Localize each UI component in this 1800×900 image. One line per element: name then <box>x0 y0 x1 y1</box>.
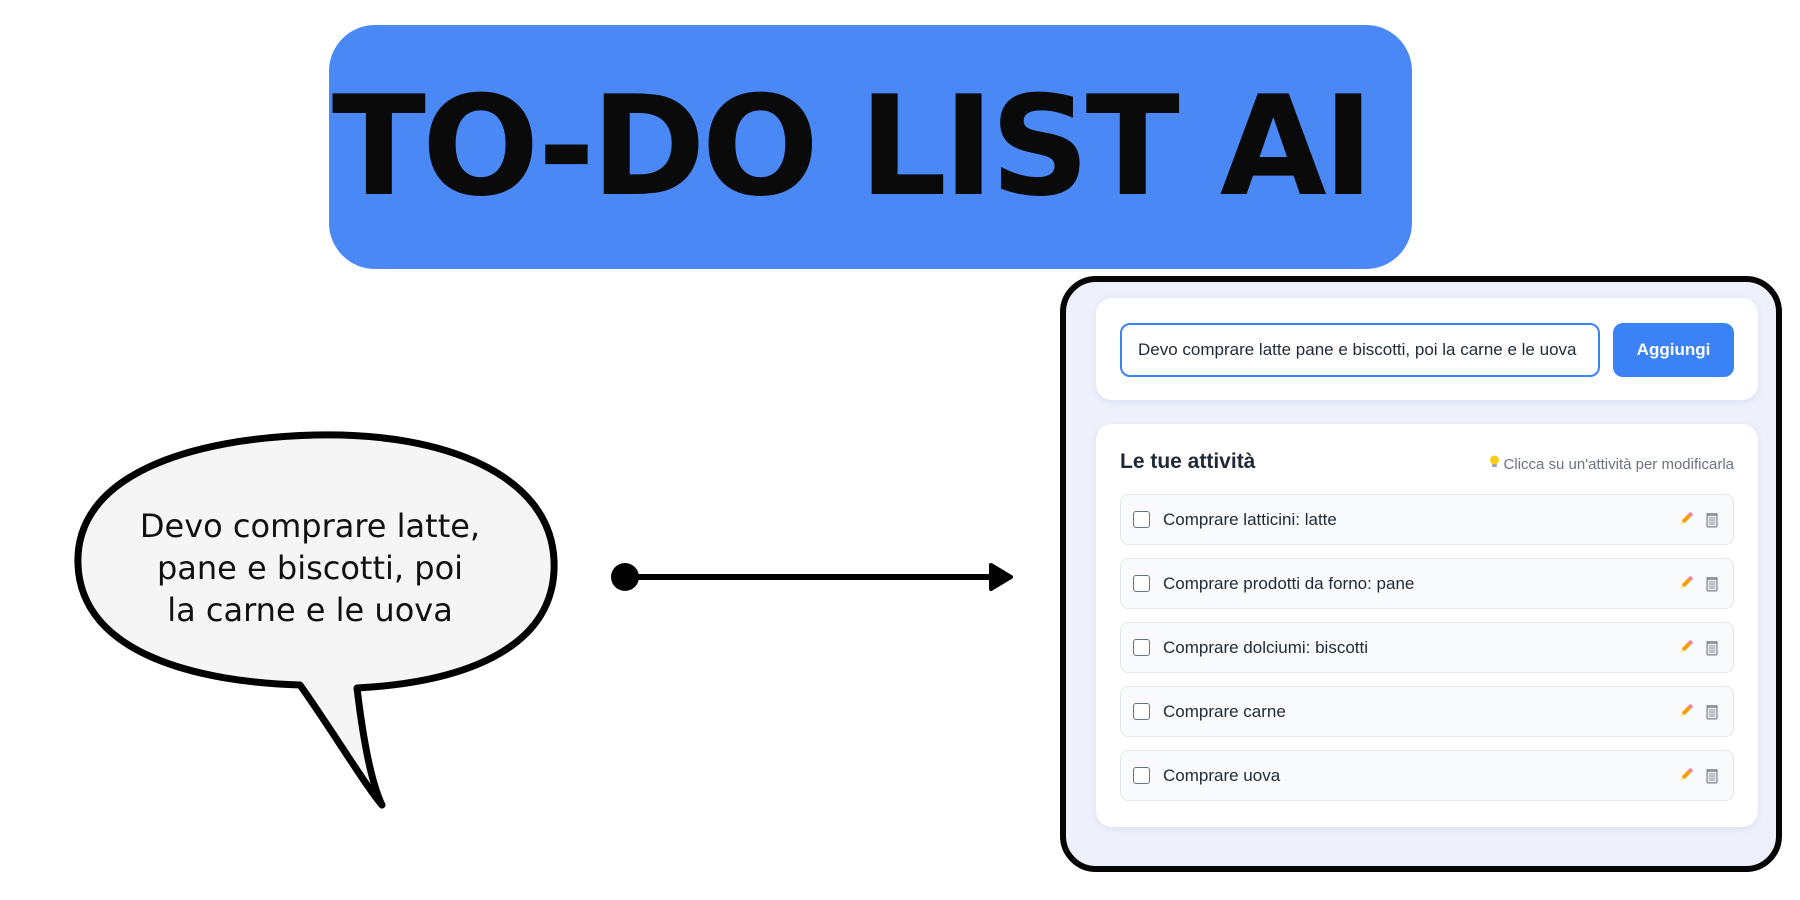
arrow-head <box>989 563 1013 591</box>
task-checkbox[interactable] <box>1133 639 1150 656</box>
trash-icon[interactable] <box>1703 766 1721 784</box>
speech-line: Devo comprare latte, <box>139 507 481 545</box>
task-label[interactable]: Comprare latticini: latte <box>1163 510 1337 530</box>
task-label[interactable]: Comprare carne <box>1163 702 1286 722</box>
app-window: Aggiungi Le tue attività Clicca su un'at… <box>1060 276 1782 872</box>
trash-icon[interactable] <box>1703 510 1721 528</box>
task-actions <box>1677 510 1721 528</box>
task-label[interactable]: Comprare dolciumi: biscotti <box>1163 638 1368 658</box>
list-hint-text: Clicca su un'attività per modificarla <box>1503 456 1734 473</box>
pencil-icon[interactable] <box>1677 702 1695 720</box>
task-list-card: Le tue attività Clicca su un'attività pe… <box>1096 424 1758 827</box>
task-actions <box>1677 766 1721 784</box>
pencil-icon[interactable] <box>1677 510 1695 528</box>
speech-line: pane e biscotti, poi <box>156 549 464 587</box>
title-banner: TO-DO LIST AI <box>329 25 1412 269</box>
arrow-connector <box>611 563 1013 591</box>
trash-icon[interactable] <box>1703 702 1721 720</box>
task-actions <box>1677 702 1721 720</box>
trash-icon[interactable] <box>1703 574 1721 592</box>
lightbulb-icon <box>1489 455 1499 467</box>
pencil-icon[interactable] <box>1677 638 1695 656</box>
task-actions <box>1677 638 1721 656</box>
task-row[interactable]: Comprare dolciumi: biscotti <box>1120 622 1734 673</box>
task-actions <box>1677 574 1721 592</box>
task-input[interactable] <box>1120 323 1600 377</box>
speech-bubble-text: Devo comprare latte, pane e biscotti, po… <box>120 505 500 631</box>
page-title: TO-DO LIST AI <box>331 66 1374 227</box>
task-label[interactable]: Comprare prodotti da forno: pane <box>1163 574 1414 594</box>
task-checkbox[interactable] <box>1133 511 1150 528</box>
pencil-icon[interactable] <box>1677 766 1695 784</box>
task-checkbox[interactable] <box>1133 767 1150 784</box>
trash-icon[interactable] <box>1703 638 1721 656</box>
page: TO-DO LIST AI Devo comprare latte, pane … <box>0 0 1800 900</box>
task-row[interactable]: Comprare carne <box>1120 686 1734 737</box>
list-hint: Clicca su un'attività per modificarla <box>1489 455 1734 473</box>
pencil-icon[interactable] <box>1677 574 1695 592</box>
task-row[interactable]: Comprare latticini: latte <box>1120 494 1734 545</box>
task-row[interactable]: Comprare uova <box>1120 750 1734 801</box>
add-button[interactable]: Aggiungi <box>1613 323 1734 377</box>
task-row[interactable]: Comprare prodotti da forno: pane <box>1120 558 1734 609</box>
task-list: Comprare latticini: latte Comprare prodo… <box>1120 494 1734 814</box>
list-heading: Le tue attività <box>1120 450 1256 473</box>
input-card: Aggiungi <box>1096 298 1758 400</box>
task-label[interactable]: Comprare uova <box>1163 766 1280 786</box>
speech-line: la carne e le uova <box>167 591 453 629</box>
task-checkbox[interactable] <box>1133 703 1150 720</box>
task-checkbox[interactable] <box>1133 575 1150 592</box>
